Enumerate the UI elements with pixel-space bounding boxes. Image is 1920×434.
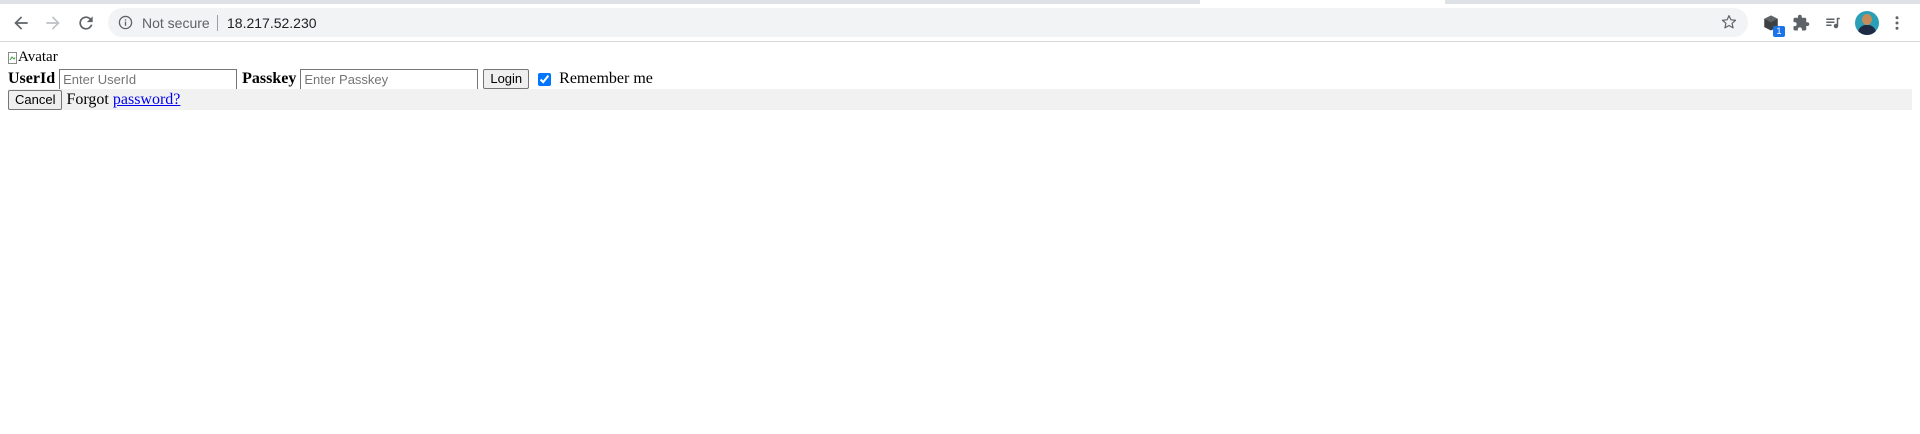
media-queue-icon	[1826, 17, 1840, 29]
info-icon[interactable]	[118, 15, 133, 30]
page-content: Avatar UserId Passkey Login Remember me …	[0, 43, 1920, 434]
forgot-password-link[interactable]: password?	[113, 91, 181, 109]
passkey-input[interactable]	[300, 68, 479, 90]
star-icon[interactable]	[1720, 13, 1738, 31]
passkey-label: Passkey	[242, 70, 297, 87]
remember-me-checkbox[interactable]	[538, 72, 552, 86]
cancel-bar: Cancel Forgot password?	[8, 89, 1912, 110]
address-bar[interactable]: Not secure 18.217.52.230	[108, 8, 1748, 37]
url-text[interactable]: 18.217.52.230	[227, 15, 317, 31]
tab-strip-segment	[0, 0, 1200, 4]
profile-face	[1862, 14, 1872, 25]
forward-button[interactable]	[39, 9, 67, 37]
profile-body	[1858, 25, 1876, 35]
browser-toolbar: Not secure 18.217.52.230 1	[0, 5, 1920, 42]
remember-me-label: Remember me	[559, 70, 653, 87]
avatar-alt-text: Avatar	[18, 49, 58, 65]
address-separator	[217, 15, 218, 31]
reload-icon	[79, 16, 93, 30]
arrow-left-icon	[14, 16, 28, 30]
tab-strip-segment	[1445, 0, 1920, 4]
cancel-button[interactable]: Cancel	[8, 89, 63, 110]
kebab-menu-icon	[1895, 16, 1899, 30]
back-button[interactable]	[7, 9, 35, 37]
extensions-menu-button[interactable]	[1788, 10, 1814, 36]
reload-button[interactable]	[72, 9, 100, 37]
login-form-row: UserId Passkey Login Remember me	[8, 68, 653, 90]
browser-menu-button[interactable]	[1884, 10, 1910, 36]
userid-input[interactable]	[59, 68, 238, 90]
broken-image-icon	[8, 51, 17, 64]
avatar-image: Avatar	[8, 49, 58, 66]
puzzle-icon	[1793, 14, 1810, 31]
login-button[interactable]: Login	[483, 69, 530, 89]
security-status[interactable]: Not secure	[142, 15, 210, 31]
forgot-text: Forgot	[66, 90, 109, 108]
media-control-button[interactable]	[1820, 10, 1846, 36]
extension-badge: 1	[1773, 26, 1785, 37]
profile-avatar-button[interactable]	[1855, 11, 1879, 35]
userid-label: UserId	[8, 70, 56, 87]
arrow-right-icon	[46, 16, 60, 30]
